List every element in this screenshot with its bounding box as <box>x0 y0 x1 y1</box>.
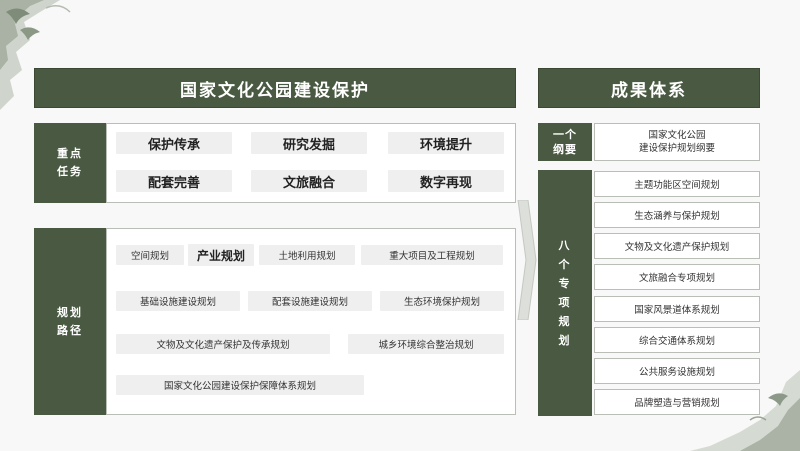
planning-path-chip: 国家文化公园建设保护保障体系规划 <box>116 375 364 395</box>
left-title-banner: 国家文化公园建设保护 <box>34 68 516 108</box>
planning-path-chip: 土地利用规划 <box>259 245 355 265</box>
planning-path-chip: 城乡环境综合整治规划 <box>348 334 504 354</box>
special-plan-item: 主题功能区空间规划 <box>594 171 760 197</box>
planning-path-chip: 产业规划 <box>188 244 254 266</box>
outline-label: 一个 纲要 <box>538 123 592 161</box>
key-task-chip: 数字再现 <box>388 170 504 192</box>
planning-path-chip: 生态环境保护规划 <box>380 291 504 311</box>
left-title: 国家文化公园建设保护 <box>180 80 370 101</box>
special-plan-item: 文旅融合专项规划 <box>594 264 760 290</box>
special-plan-item: 品牌塑造与营销规划 <box>594 389 760 415</box>
planning-paths-label: 规划 路径 <box>34 228 106 415</box>
planning-path-chip: 配套设施建设规划 <box>248 291 372 311</box>
planning-path-chip: 空间规划 <box>116 245 184 265</box>
special-plans-label: 八 个 专 项 规 划 <box>538 170 592 416</box>
key-tasks-label: 重点 任务 <box>34 123 106 203</box>
key-task-chip: 研究发掘 <box>251 132 367 154</box>
special-plan-item: 公共服务设施规划 <box>594 358 760 384</box>
arrow-right-icon <box>517 200 537 320</box>
right-title-banner: 成果体系 <box>538 68 760 108</box>
special-plan-item: 文物及文化遗产保护规划 <box>594 233 760 259</box>
planning-path-chip: 基础设施建设规划 <box>116 291 240 311</box>
special-plan-item: 生态涵养与保护规划 <box>594 202 760 228</box>
planning-path-chip: 重大项目及工程规划 <box>361 245 503 265</box>
special-plan-item: 综合交通体系规划 <box>594 327 760 353</box>
key-task-chip: 配套完善 <box>116 170 232 192</box>
key-task-chip: 保护传承 <box>116 132 232 154</box>
key-task-chip: 环境提升 <box>388 132 504 154</box>
special-plan-item: 国家风景道体系规划 <box>594 296 760 322</box>
planning-path-chip: 文物及文化遗产保护及传承规划 <box>116 334 330 354</box>
right-title: 成果体系 <box>611 80 687 101</box>
outline-panel: 国家文化公园 建设保护规划纲要 <box>594 123 760 161</box>
key-task-chip: 文旅融合 <box>251 170 367 192</box>
